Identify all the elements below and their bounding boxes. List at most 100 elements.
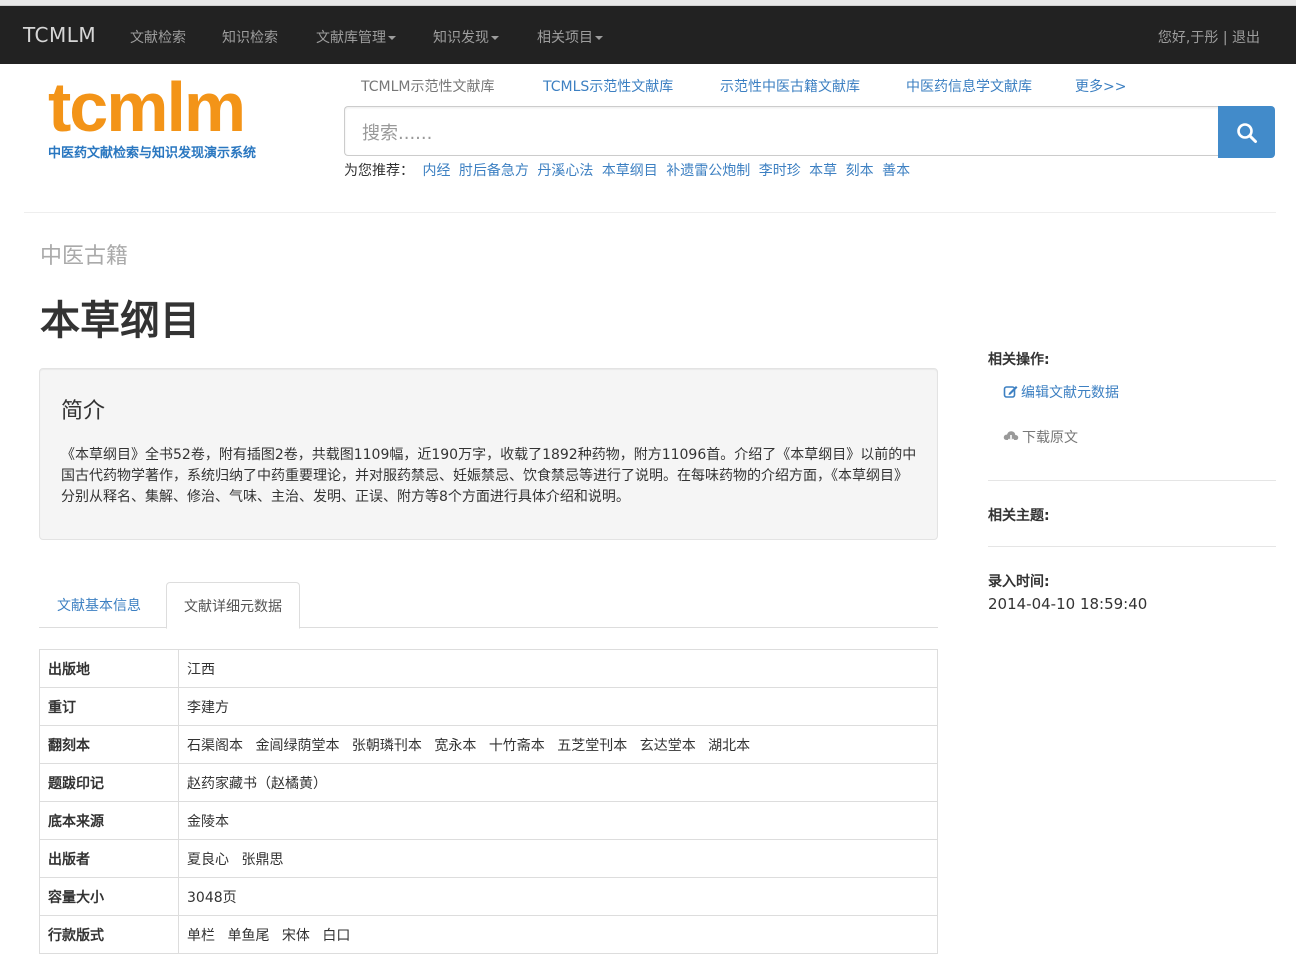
- metadata-value-item: 张鼎思: [241, 851, 284, 868]
- top-navbar: TCMLM 文献检索 知识检索 文献库管理 知识发现 相关项目 您好,于彤 | …: [0, 6, 1296, 64]
- metadata-value-item: 李建方: [187, 699, 229, 716]
- metadata-value-item: 夏良心: [187, 851, 229, 868]
- metadata-value-item: 湖北本: [708, 737, 751, 754]
- search-button[interactable]: [1218, 106, 1275, 158]
- sidebar-divider: [988, 546, 1276, 547]
- cloud-download-icon: [1003, 431, 1019, 444]
- logo-subtitle: 中医药文献检索与知识发现演示系统: [48, 146, 257, 161]
- db-link-more[interactable]: 更多>>: [1075, 76, 1126, 96]
- topics-heading: 相关主题:: [988, 508, 1050, 524]
- nav-item-knowledge-discovery[interactable]: 知识发现: [433, 27, 499, 47]
- table-row: 翻刻本 石渠阁本 金阊绿荫堂本 张朝璘刊本 宽永本 十竹斋本 五芝堂刊本 玄达堂…: [39, 725, 938, 764]
- edit-metadata-link[interactable]: 编辑文献元数据: [1003, 382, 1119, 402]
- logo-text: tcmlm: [48, 68, 246, 146]
- table-row: 题跋印记 赵药家藏书（赵橘黄）: [39, 763, 938, 802]
- metadata-value: 江西: [178, 649, 938, 688]
- recommend-keyword[interactable]: 本草纲目: [602, 163, 658, 179]
- metadata-value-item: 五芝堂刊本: [557, 737, 628, 754]
- user-greeting[interactable]: 您好,于彤: [1158, 30, 1218, 46]
- metadata-key: 底本来源: [39, 801, 179, 840]
- intro-panel: 简介 《本草纲目》全书52卷，附有插图2卷，共载图1109幅，近190万字，收载…: [39, 368, 938, 540]
- recommend-keyword[interactable]: 刻本: [846, 163, 874, 179]
- metadata-value: 单栏 单鱼尾 宋体 白口: [178, 915, 938, 954]
- logout-link[interactable]: 退出: [1232, 30, 1260, 46]
- caret-down-icon: [491, 36, 499, 40]
- entry-time: 2014-04-10 18:59:40: [988, 595, 1148, 613]
- time-heading: 录入时间:: [988, 574, 1050, 590]
- metadata-value-item: 石渠阁本: [187, 737, 243, 754]
- table-row: 容量大小 3048页: [39, 877, 938, 916]
- metadata-value: 金陵本: [178, 801, 938, 840]
- recommend-keyword[interactable]: 补遗雷公炮制: [666, 163, 750, 179]
- page-title: 本草纲目: [40, 298, 200, 344]
- detail-tabs: 文献基本信息 文献详细元数据: [39, 582, 938, 629]
- nav-item-label: 文献库管理: [316, 30, 386, 46]
- metadata-value-item: 玄达堂本: [639, 737, 696, 754]
- table-row: 行款版式 单栏 单鱼尾 宋体 白口: [39, 915, 938, 954]
- db-link-informatics[interactable]: 中医药信息学文献库: [906, 76, 1032, 96]
- recommend-keyword[interactable]: 内经: [422, 163, 450, 179]
- download-original-link[interactable]: 下载原文: [1003, 427, 1078, 447]
- metadata-key: 出版者: [39, 839, 179, 878]
- navbar-brand[interactable]: TCMLM: [23, 23, 96, 47]
- table-row: 重订 李建方: [39, 687, 938, 726]
- download-original-label: 下载原文: [1022, 430, 1078, 446]
- nav-item-label: 知识检索: [222, 30, 278, 46]
- db-link-tcmls[interactable]: TCMLS示范性文献库: [543, 76, 673, 96]
- nav-item-literature-search[interactable]: 文献检索: [130, 27, 186, 47]
- metadata-value-item: 宽永本: [434, 737, 477, 754]
- table-row: 出版者 夏良心 张鼎思: [39, 839, 938, 878]
- metadata-value-item: 赵药家藏书（赵橘黄）: [187, 775, 327, 792]
- caret-down-icon: [595, 36, 603, 40]
- edit-metadata-label: 编辑文献元数据: [1021, 385, 1119, 401]
- nav-item-related-projects[interactable]: 相关项目: [537, 27, 603, 47]
- header-divider: [24, 212, 1276, 213]
- metadata-value-item: 十竹斋本: [488, 737, 545, 754]
- search-input[interactable]: 搜索......: [344, 106, 1219, 156]
- sidebar-divider: [988, 480, 1276, 481]
- metadata-key: 行款版式: [39, 915, 179, 954]
- search-icon: [1237, 123, 1257, 143]
- tab-detailed-metadata[interactable]: 文献详细元数据: [166, 582, 300, 629]
- table-row: 底本来源 金陵本: [39, 801, 938, 840]
- user-separator: |: [1222, 30, 1228, 46]
- nav-item-label: 相关项目: [537, 30, 593, 46]
- metadata-value: 石渠阁本 金阊绿荫堂本 张朝璘刊本 宽永本 十竹斋本 五芝堂刊本 玄达堂本 湖北…: [178, 725, 938, 764]
- tab-basic-info[interactable]: 文献基本信息: [40, 582, 158, 628]
- recommend-keyword[interactable]: 本草: [809, 163, 837, 179]
- recommend-keyword[interactable]: 李时珍: [759, 163, 801, 179]
- metadata-value: 3048页: [178, 877, 938, 916]
- edit-icon: [1003, 386, 1018, 398]
- metadata-key: 容量大小: [39, 877, 179, 916]
- intro-text: 《本草纲目》全书52卷，附有插图2卷，共载图1109幅，近190万字，收载了18…: [61, 447, 917, 505]
- recommend-keyword[interactable]: 善本: [882, 163, 910, 179]
- db-link-tcmlm[interactable]: TCMLM示范性文献库: [361, 76, 494, 96]
- intro-heading: 简介: [61, 399, 106, 424]
- user-area: 您好,于彤 | 退出: [1158, 27, 1260, 47]
- metadata-value-item: 张朝璘刊本: [351, 737, 422, 754]
- actions-heading: 相关操作:: [988, 352, 1050, 368]
- recommend-keyword[interactable]: 丹溪心法: [537, 163, 593, 179]
- metadata-key: 题跋印记: [39, 763, 179, 802]
- metadata-value-item: 单鱼尾: [227, 927, 270, 944]
- metadata-key: 出版地: [39, 649, 179, 688]
- metadata-value-item: 白口: [322, 927, 351, 944]
- db-link-ancient-books[interactable]: 示范性中医古籍文献库: [720, 76, 860, 96]
- metadata-value-item: 单栏: [187, 927, 215, 944]
- nav-item-library-management[interactable]: 文献库管理: [316, 27, 396, 47]
- site-logo[interactable]: tcmlm 中医药文献检索与知识发现演示系统: [48, 68, 298, 161]
- tab-label: 文献详细元数据: [184, 599, 282, 615]
- table-row: 出版地 江西: [39, 649, 938, 688]
- metadata-value-item: 宋体: [281, 927, 310, 944]
- nav-item-knowledge-search[interactable]: 知识检索: [222, 27, 278, 47]
- metadata-value-item: 金陵本: [187, 813, 229, 830]
- metadata-value-item: 3048页: [187, 889, 237, 906]
- metadata-key: 翻刻本: [39, 725, 179, 764]
- metadata-value: 李建方: [178, 687, 938, 726]
- recommend-label: 为您推荐：: [344, 163, 414, 179]
- metadata-value: 赵药家藏书（赵橘黄）: [178, 763, 938, 802]
- caret-down-icon: [388, 36, 396, 40]
- tab-label: 文献基本信息: [57, 598, 141, 614]
- page-category: 中医古籍: [40, 244, 129, 269]
- recommend-keyword[interactable]: 肘后备急方: [459, 163, 529, 179]
